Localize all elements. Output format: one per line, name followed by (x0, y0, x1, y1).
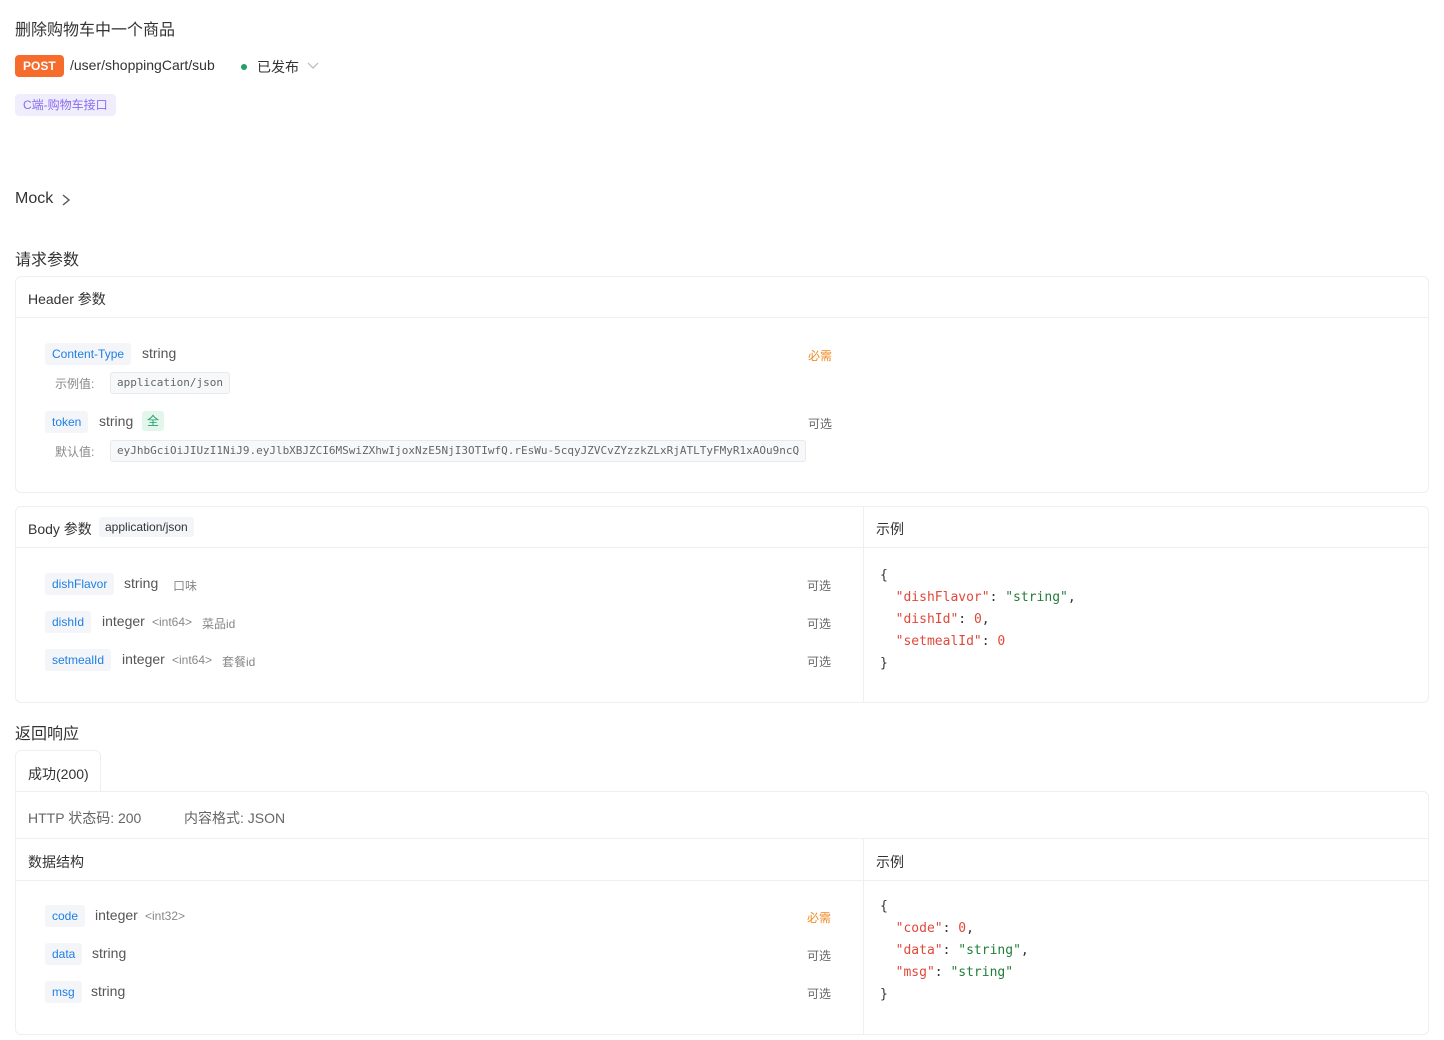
response-title: 返回响应 (15, 726, 80, 743)
content-type-badge: application/json (99, 517, 194, 537)
panel-divider (863, 839, 864, 1034)
json-brace: } (880, 656, 888, 671)
json-line: "data": "string", (895, 943, 1029, 958)
json-line: "msg": "string" (895, 965, 1014, 980)
param-format: <int64> (152, 615, 193, 629)
mock-toggle[interactable]: Mock (15, 190, 53, 208)
param-required: 可选 (807, 617, 832, 631)
json-value: 0 (997, 634, 1006, 649)
default-value-label: 默认值: (55, 445, 95, 459)
param-name-dishid: dishId (45, 611, 92, 633)
default-value: eyJhbGciOiJIUzI1NiJ9.eyJlbXBJZCI6MSwiZXh… (110, 440, 807, 462)
tab-label: 成功(200) (28, 766, 89, 782)
json-line: "code": 0, (895, 921, 974, 936)
json-key: "dishFlavor" (895, 590, 990, 605)
example-title: 示例 (876, 854, 904, 870)
field-required: 必需 (807, 911, 832, 925)
field-name-code: code (45, 905, 86, 927)
param-type: integer (122, 651, 165, 667)
field-type: string (92, 945, 127, 961)
field-type: integer (95, 907, 138, 923)
body-params-title: Body 参数 (28, 521, 92, 537)
json-value: "string" (958, 943, 1021, 958)
json-brace: { (880, 568, 888, 583)
response-example-code: { "code": 0, "data": "string", "msg": "s… (880, 896, 1029, 1006)
field-required: 可选 (807, 949, 832, 963)
param-name-token: token (45, 411, 89, 433)
structure-title: 数据结构 (28, 854, 84, 870)
request-params-title: 请求参数 (15, 252, 80, 269)
tab-success-200[interactable]: 成功(200) (15, 750, 101, 793)
json-key: "data" (895, 943, 943, 958)
json-line: "setmealId": 0 (895, 634, 1006, 649)
http-status: HTTP 状态码: 200 (28, 810, 142, 826)
param-desc: 菜品id (202, 617, 236, 631)
divider (16, 838, 1428, 839)
field-name-msg: msg (45, 981, 82, 1003)
param-desc: 套餐id (222, 655, 256, 669)
body-params-panel: Body 参数 application/json 示例 dishFlavor s… (15, 506, 1429, 703)
response-panel: HTTP 状态码: 200 内容格式: JSON 数据结构 示例 code in… (15, 791, 1429, 1035)
param-desc: 口味 (173, 579, 198, 593)
content-format: 内容格式: JSON (184, 810, 286, 826)
json-key: "dishId" (895, 612, 959, 627)
status-dropdown[interactable]: 已发布 (257, 57, 299, 77)
param-type: integer (102, 613, 145, 629)
json-line: "dishId": 0, (895, 612, 990, 627)
param-name-content-type: Content-Type (45, 343, 132, 365)
param-type: string (142, 345, 177, 361)
method-badge: POST (15, 55, 64, 77)
param-type: string (99, 413, 134, 429)
field-format: <int32> (145, 909, 186, 923)
field-name-data: data (45, 943, 83, 965)
header-params-head: Header 参数 (16, 277, 1428, 318)
field-type: string (91, 983, 126, 999)
global-badge: 全 (142, 411, 164, 431)
json-key: "msg" (895, 965, 935, 980)
panel-divider (863, 507, 864, 702)
param-type: string (124, 575, 159, 591)
page-title: 删除购物车中一个商品 (15, 22, 176, 39)
chevron-right-icon[interactable] (60, 193, 72, 207)
header-params-title: Header 参数 (28, 291, 106, 307)
json-value: 0 (958, 921, 967, 936)
json-value: 0 (973, 612, 982, 627)
param-name-setmealid: setmealId (45, 649, 112, 671)
json-brace: { (880, 899, 888, 914)
example-title: 示例 (876, 521, 904, 537)
example-value-label: 示例值: (55, 377, 95, 391)
json-value: "string" (950, 965, 1014, 980)
body-params-head: Body 参数 application/json 示例 (16, 507, 1428, 548)
json-value: "string" (1005, 590, 1068, 605)
status-dot-icon (241, 64, 247, 70)
field-required: 可选 (807, 987, 832, 1001)
param-required: 可选 (807, 655, 832, 669)
param-name-dishflavor: dishFlavor (45, 573, 115, 595)
json-key: "code" (895, 921, 943, 936)
example-value: application/json (110, 372, 230, 394)
json-key: "setmealId" (895, 634, 982, 649)
param-format: <int64> (172, 653, 213, 667)
param-required: 可选 (807, 579, 832, 593)
json-line: "dishFlavor": "string", (895, 590, 1076, 605)
chevron-down-icon[interactable] (306, 58, 320, 72)
param-required: 可选 (808, 417, 833, 431)
header-params-panel: Header 参数 Content-Type string 必需 示例值: ap… (15, 276, 1429, 493)
json-brace: } (880, 987, 888, 1002)
body-example-code: { "dishFlavor": "string", "dishId": 0, "… (880, 565, 1076, 675)
endpoint-path: /user/shoppingCart/sub (70, 57, 215, 73)
divider (16, 880, 1428, 881)
param-required: 必需 (808, 349, 833, 363)
folder-tag[interactable]: C端-购物车接口 (15, 94, 116, 116)
